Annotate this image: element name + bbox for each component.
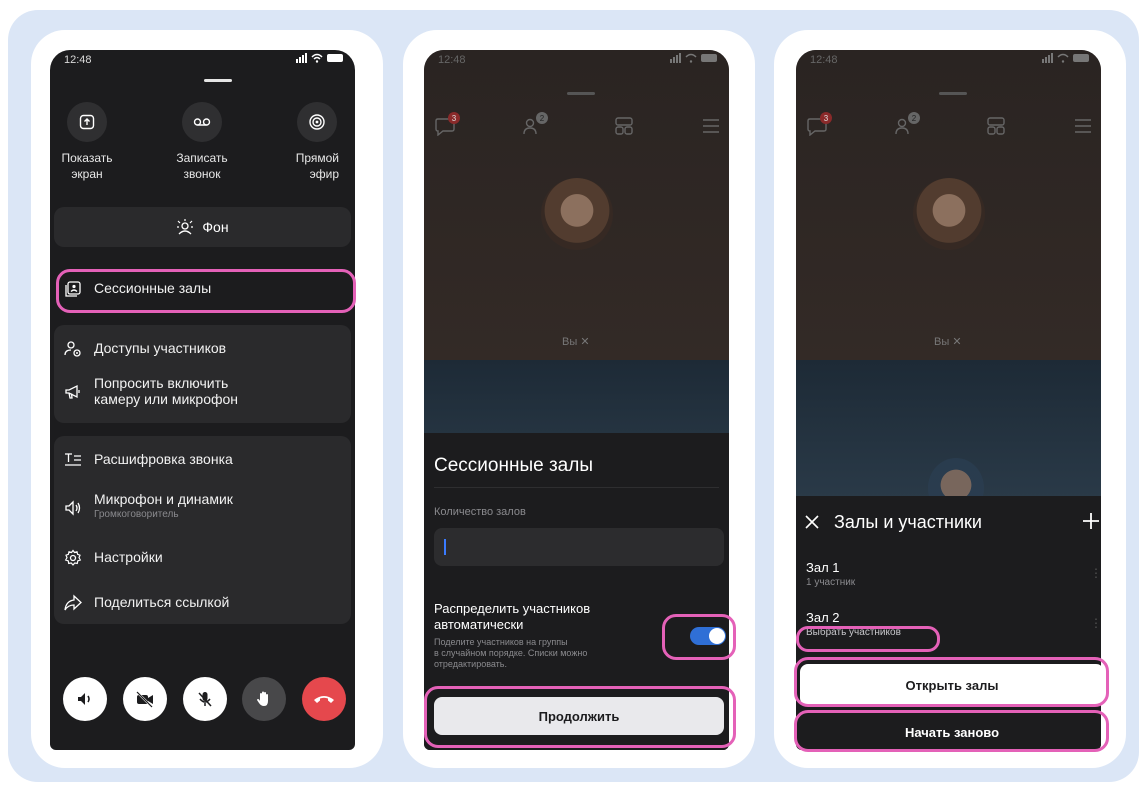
battery-icon (701, 54, 717, 62)
settings-item[interactable]: Настройки (62, 547, 163, 569)
rooms-count-label: Количество залов (434, 506, 526, 518)
share-link-item[interactable]: Поделиться ссылкой (62, 592, 229, 614)
mic-muted-icon: ✕ (952, 336, 962, 348)
room-1-more-icon[interactable]: ⋮ (1090, 566, 1101, 580)
transcript-item[interactable]: Расшифровка звонка (62, 449, 233, 471)
phone-call-menu: 12:48 Показать экран Записать звонок Прямо… (50, 50, 355, 750)
mic-muted-icon: ✕ (580, 336, 590, 348)
sheet-title: Залы и участники (834, 512, 982, 532)
mic-speaker-sublabel: Громкоговоритель (94, 509, 179, 520)
highlight-continue (424, 686, 736, 748)
gear-icon (62, 547, 84, 569)
speaker-toggle-button[interactable] (63, 677, 107, 721)
ask-enable-label: Попросить включить камеру или микрофон (94, 375, 239, 407)
menu-icon[interactable] (702, 118, 720, 134)
background-button[interactable]: Фон (54, 207, 351, 247)
self-name-label: Вы ✕ (934, 336, 962, 348)
room-1-name: Зал 1 (806, 560, 840, 575)
record-call-button[interactable] (182, 102, 222, 142)
text-cursor (444, 539, 446, 555)
transcript-icon (62, 449, 84, 471)
end-call-button[interactable] (302, 677, 346, 721)
mic-speaker-label: Микрофон и динамик (94, 491, 233, 507)
rooms-count-input[interactable] (434, 528, 724, 566)
highlight-open-rooms (794, 657, 1109, 707)
add-room-icon[interactable] (1082, 512, 1100, 530)
background-button-label: Фон (202, 219, 229, 235)
divider (434, 487, 719, 488)
wifi-icon (685, 53, 697, 63)
room-2-more-icon[interactable]: ⋮ (1090, 616, 1101, 630)
transcript-label: Расшифровка звонка (94, 451, 233, 467)
speaker-icon (62, 497, 84, 519)
status-bar: 12:48 (50, 50, 355, 72)
mic-toggle-button[interactable] (183, 677, 227, 721)
megaphone-icon (62, 381, 84, 403)
sheet-title: Сессионные залы (434, 455, 593, 476)
share-arrow-icon (62, 592, 84, 614)
highlight-session-rooms (56, 269, 356, 313)
status-time: 12:48 (438, 54, 466, 66)
share-screen-label: Показать экран (61, 151, 113, 181)
highlight-select-participants (796, 626, 940, 652)
voicemail-record-icon (193, 118, 211, 126)
live-broadcast-button[interactable] (297, 102, 337, 142)
status-bar: 12:48 (424, 50, 729, 72)
status-bar: 12:48 (796, 50, 1101, 72)
signal-icon (670, 53, 681, 63)
settings-label: Настройки (94, 549, 163, 565)
layout-grid-icon[interactable] (614, 116, 634, 136)
wifi-icon (311, 53, 323, 63)
self-avatar (541, 178, 613, 250)
room-2-name: Зал 2 (806, 610, 840, 625)
camera-off-icon (136, 691, 153, 708)
speaker-on-icon (78, 693, 90, 705)
layout-grid-icon[interactable] (986, 116, 1006, 136)
raise-hand-button[interactable] (242, 677, 286, 721)
participants-badge: 2 (536, 112, 548, 124)
room-1-subtitle: 1 участник (806, 577, 856, 588)
status-time: 12:48 (64, 54, 92, 66)
highlight-restart (794, 710, 1109, 752)
room-1-item[interactable]: Зал 1 1 участник (806, 560, 855, 588)
camera-toggle-button[interactable] (123, 677, 167, 721)
ask-enable-item[interactable]: Попросить включить камеру или микрофон (62, 375, 238, 407)
share-link-label: Поделиться ссылкой (94, 594, 230, 610)
self-name-label: Вы ✕ (562, 336, 590, 348)
call-toolbar: 3 2 (424, 112, 729, 142)
hand-icon (257, 691, 268, 706)
distribute-hint: Поделите участников на группы в случайном… (434, 637, 588, 669)
record-call-label: Записать звонок (176, 151, 228, 181)
live-broadcast-label: Прямой эфир (295, 151, 339, 181)
drag-handle[interactable] (204, 79, 232, 82)
upload-screen-icon (79, 114, 95, 130)
status-time: 12:48 (810, 54, 838, 66)
hang-up-icon (314, 696, 334, 703)
distribute-label: Распределить участников автоматически (434, 601, 591, 632)
user-settings-icon (62, 338, 84, 360)
menu-icon[interactable] (1074, 118, 1092, 134)
live-broadcast-icon (309, 114, 325, 130)
wifi-icon (1057, 53, 1069, 63)
self-avatar (913, 178, 985, 250)
signal-icon (1042, 53, 1053, 63)
participant-access-item[interactable]: Доступы участников (62, 338, 226, 360)
share-screen-button[interactable] (67, 102, 107, 142)
battery-icon (327, 54, 343, 62)
participants-badge: 2 (908, 112, 920, 124)
participant-access-label: Доступы участников (94, 340, 227, 356)
chat-badge: 3 (820, 112, 832, 124)
mic-speaker-item[interactable]: Микрофон и динамик Громкоговоритель (62, 491, 233, 520)
close-icon[interactable] (804, 514, 820, 530)
battery-icon (1073, 54, 1089, 62)
mic-off-icon (198, 692, 212, 707)
drag-handle[interactable] (939, 92, 967, 95)
signal-icon (296, 53, 307, 63)
call-toolbar: 3 2 (796, 112, 1101, 142)
background-blur-icon (177, 219, 194, 235)
drag-handle[interactable] (567, 92, 595, 95)
chat-badge: 3 (448, 112, 460, 124)
highlight-toggle (662, 614, 736, 660)
